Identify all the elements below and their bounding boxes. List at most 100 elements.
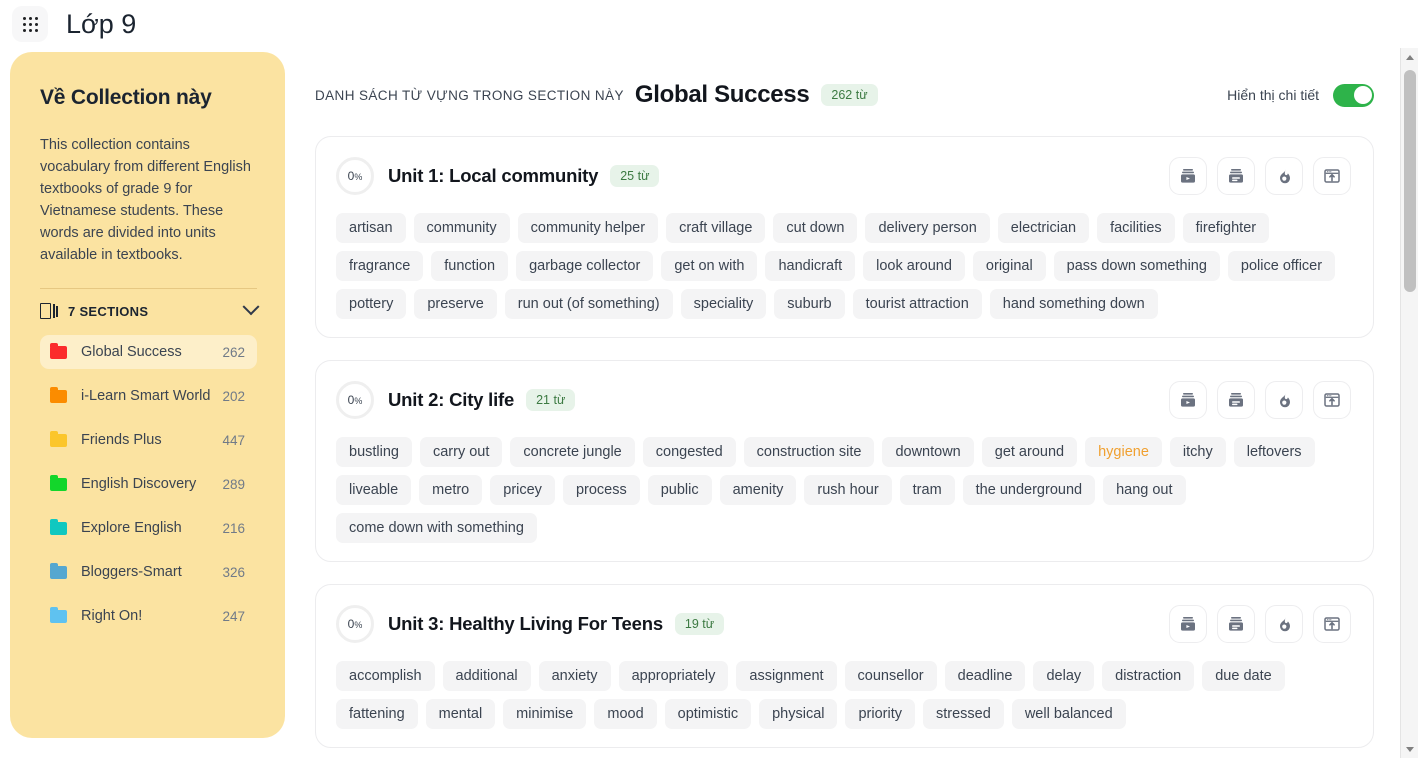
word-chip[interactable]: speciality bbox=[680, 289, 767, 319]
word-chip[interactable]: priority bbox=[845, 699, 915, 729]
word-chip[interactable]: appropriately bbox=[618, 661, 729, 691]
grid-dots bbox=[22, 16, 38, 32]
flashcard-play-icon[interactable] bbox=[1169, 605, 1207, 643]
word-chip[interactable]: due date bbox=[1202, 661, 1285, 691]
word-chip[interactable]: pricey bbox=[490, 475, 555, 505]
word-chip[interactable]: leftovers bbox=[1233, 437, 1315, 467]
collection-count: 326 bbox=[222, 564, 245, 580]
word-chip[interactable]: handicraft bbox=[765, 251, 856, 281]
main-scroll-area: DANH SÁCH TỪ VỰNG TRONG SECTION NÀY Glob… bbox=[285, 48, 1400, 758]
word-chip[interactable]: preserve bbox=[414, 289, 497, 319]
flashcard-play-icon[interactable] bbox=[1169, 157, 1207, 195]
word-chip[interactable]: get on with bbox=[661, 251, 758, 281]
word-chip[interactable]: hygiene bbox=[1085, 437, 1162, 467]
card-stack-icon[interactable] bbox=[1217, 157, 1255, 195]
word-chip[interactable]: delay bbox=[1033, 661, 1095, 691]
word-chip[interactable]: suburb bbox=[774, 289, 845, 319]
sidebar-item-bloggers-smart[interactable]: Bloggers-Smart 326 bbox=[40, 555, 257, 589]
scrollbar-thumb[interactable] bbox=[1404, 70, 1416, 292]
word-chip[interactable]: concrete jungle bbox=[510, 437, 635, 467]
flashcard-play-icon[interactable] bbox=[1169, 381, 1207, 419]
word-chip[interactable]: garbage collector bbox=[516, 251, 654, 281]
word-chip[interactable]: fragrance bbox=[336, 251, 424, 281]
sidebar-item-friends-plus[interactable]: Friends Plus 447 bbox=[40, 423, 257, 457]
flame-icon[interactable] bbox=[1265, 381, 1303, 419]
word-chip[interactable]: well balanced bbox=[1011, 699, 1126, 729]
word-chip[interactable]: hang out bbox=[1103, 475, 1186, 505]
collection-list: Global Success 262 i-Learn Smart World 2… bbox=[40, 335, 257, 633]
word-chip[interactable]: public bbox=[647, 475, 712, 505]
word-chip[interactable]: look around bbox=[863, 251, 965, 281]
word-chip[interactable]: mood bbox=[594, 699, 657, 729]
word-chip[interactable]: facilities bbox=[1097, 213, 1175, 243]
word-chip[interactable]: additional bbox=[442, 661, 531, 691]
word-chip[interactable]: original bbox=[972, 251, 1046, 281]
sections-toggle-row[interactable]: 7 SECTIONS bbox=[40, 289, 260, 329]
word-chip[interactable]: amenity bbox=[719, 475, 797, 505]
word-chip[interactable]: the underground bbox=[962, 475, 1096, 505]
word-chip[interactable]: rush hour bbox=[804, 475, 892, 505]
section-word-count-badge: 262 từ bbox=[821, 84, 878, 106]
flame-icon[interactable] bbox=[1265, 157, 1303, 195]
word-chip[interactable]: congested bbox=[642, 437, 736, 467]
scroll-up-arrow-icon[interactable] bbox=[1401, 48, 1418, 66]
grid-apps-icon[interactable] bbox=[12, 6, 48, 42]
sidebar-item-global-success[interactable]: Global Success 262 bbox=[40, 335, 257, 369]
sidebar-item-i-learn-smart-world[interactable]: i-Learn Smart World 202 bbox=[40, 379, 257, 413]
sidebar-item-right-on[interactable]: Right On! 247 bbox=[40, 599, 257, 633]
word-chip[interactable]: pottery bbox=[336, 289, 407, 319]
collection-name: Explore English bbox=[81, 520, 182, 536]
sidebar-item-english-discovery[interactable]: English Discovery 289 bbox=[40, 467, 257, 501]
word-chip[interactable]: minimise bbox=[503, 699, 587, 729]
card-stack-icon[interactable] bbox=[1217, 605, 1255, 643]
word-chip[interactable]: itchy bbox=[1169, 437, 1226, 467]
word-chip[interactable]: delivery person bbox=[865, 213, 990, 243]
word-chip[interactable]: tourist attraction bbox=[852, 289, 982, 319]
word-chip[interactable]: downtown bbox=[882, 437, 974, 467]
word-chip[interactable]: assignment bbox=[736, 661, 837, 691]
word-chip[interactable]: cut down bbox=[773, 213, 858, 243]
export-window-icon[interactable] bbox=[1313, 381, 1351, 419]
detail-toggle-switch[interactable] bbox=[1333, 83, 1374, 107]
collection-name: Bloggers-Smart bbox=[81, 564, 182, 580]
export-window-icon[interactable] bbox=[1313, 157, 1351, 195]
word-chip[interactable]: process bbox=[562, 475, 640, 505]
word-chip[interactable]: hand something down bbox=[989, 289, 1158, 319]
word-chip[interactable]: pass down something bbox=[1053, 251, 1220, 281]
word-chip[interactable]: community helper bbox=[517, 213, 659, 243]
export-window-icon[interactable] bbox=[1313, 605, 1351, 643]
word-chip[interactable]: stressed bbox=[923, 699, 1004, 729]
word-chip[interactable]: firefighter bbox=[1182, 213, 1270, 243]
word-chip[interactable]: function bbox=[431, 251, 509, 281]
word-chip[interactable]: deadline bbox=[944, 661, 1026, 691]
word-chip[interactable]: counsellor bbox=[844, 661, 937, 691]
word-chip[interactable]: come down with something bbox=[336, 513, 537, 543]
word-chip[interactable]: fattening bbox=[336, 699, 418, 729]
word-chip[interactable]: accomplish bbox=[336, 661, 435, 691]
scroll-down-arrow-icon[interactable] bbox=[1401, 740, 1418, 758]
word-chip[interactable]: tram bbox=[899, 475, 955, 505]
chevron-down-icon[interactable] bbox=[242, 298, 260, 316]
sidebar-item-explore-english[interactable]: Explore English 216 bbox=[40, 511, 257, 545]
word-chip[interactable]: electrician bbox=[997, 213, 1090, 243]
word-chip[interactable]: police officer bbox=[1227, 251, 1336, 281]
word-chip[interactable]: artisan bbox=[336, 213, 406, 243]
word-chip[interactable]: carry out bbox=[419, 437, 503, 467]
word-chip[interactable]: anxiety bbox=[538, 661, 611, 691]
word-chip[interactable]: community bbox=[413, 213, 510, 243]
word-chip[interactable]: distraction bbox=[1102, 661, 1195, 691]
word-chip[interactable]: get around bbox=[981, 437, 1078, 467]
word-chip[interactable]: optimistic bbox=[664, 699, 752, 729]
word-chip[interactable]: run out (of something) bbox=[504, 289, 673, 319]
word-chip[interactable]: bustling bbox=[336, 437, 412, 467]
vertical-scrollbar[interactable] bbox=[1400, 48, 1418, 758]
word-chip[interactable]: mental bbox=[425, 699, 496, 729]
word-chip[interactable]: construction site bbox=[743, 437, 875, 467]
word-chip[interactable]: craft village bbox=[666, 213, 766, 243]
word-chip[interactable]: physical bbox=[759, 699, 838, 729]
flame-icon[interactable] bbox=[1265, 605, 1303, 643]
card-stack-icon[interactable] bbox=[1217, 381, 1255, 419]
word-chip[interactable]: metro bbox=[419, 475, 483, 505]
word-chip[interactable]: liveable bbox=[336, 475, 412, 505]
collection-name: Friends Plus bbox=[81, 432, 162, 448]
